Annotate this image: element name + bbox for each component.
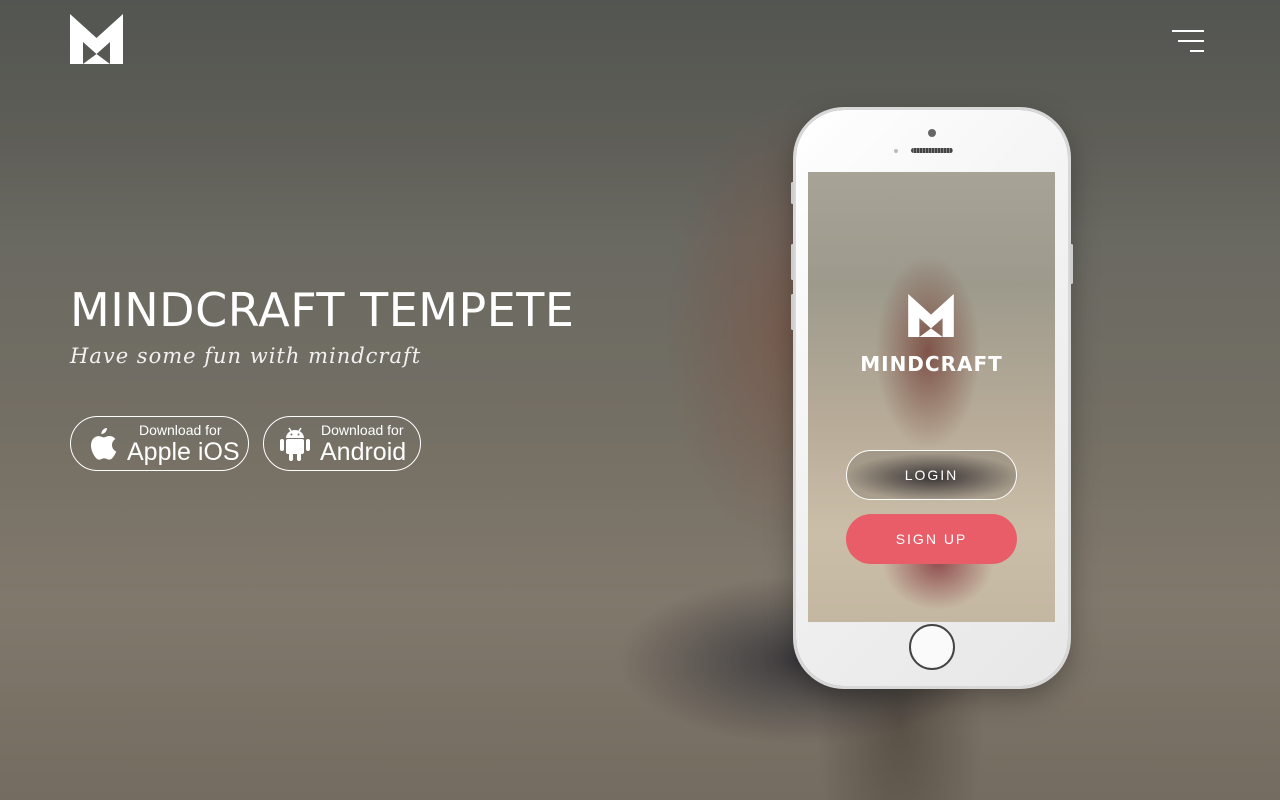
phone-sensor [894, 149, 898, 153]
hero-title: MINDCRAFT TEMPETE [70, 283, 575, 337]
signup-button[interactable]: SIGN UP [846, 514, 1017, 564]
phone-mockup: MINDCRAFT LOGIN SIGN UP [791, 110, 1073, 686]
download-ios-button[interactable]: Download for Apple iOS [70, 416, 249, 471]
phone-side-key [791, 182, 794, 204]
app-title: MINDCRAFT [860, 352, 1003, 376]
login-button[interactable]: LOGIN [846, 450, 1017, 500]
android-icon [278, 426, 312, 462]
phone-home-button[interactable] [909, 624, 955, 670]
mindcraft-m-logo-icon[interactable] [70, 14, 123, 64]
menu-line [1178, 40, 1204, 42]
background-overlay [0, 0, 1280, 800]
menu-line [1172, 30, 1204, 32]
apple-icon [85, 426, 119, 462]
phone-camera [928, 129, 936, 137]
phone-side-key [791, 294, 794, 330]
mindcraft-m-logo-icon [908, 294, 954, 337]
download-android-platform-label: Android [320, 437, 407, 466]
hero-subtitle: Have some fun with mindcraft [70, 344, 422, 368]
phone-screen: MINDCRAFT LOGIN SIGN UP [808, 172, 1055, 622]
phone-speaker [911, 148, 953, 153]
download-ios-platform-label: Apple iOS [127, 437, 240, 466]
download-ios-small-label: Download for [139, 421, 222, 438]
menu-line [1190, 50, 1204, 52]
download-android-button[interactable]: Download for Android [263, 416, 421, 471]
download-android-small-label: Download for [321, 421, 404, 438]
phone-side-key [1070, 244, 1073, 284]
hamburger-menu-icon[interactable] [1172, 28, 1206, 54]
phone-side-key [791, 244, 794, 280]
